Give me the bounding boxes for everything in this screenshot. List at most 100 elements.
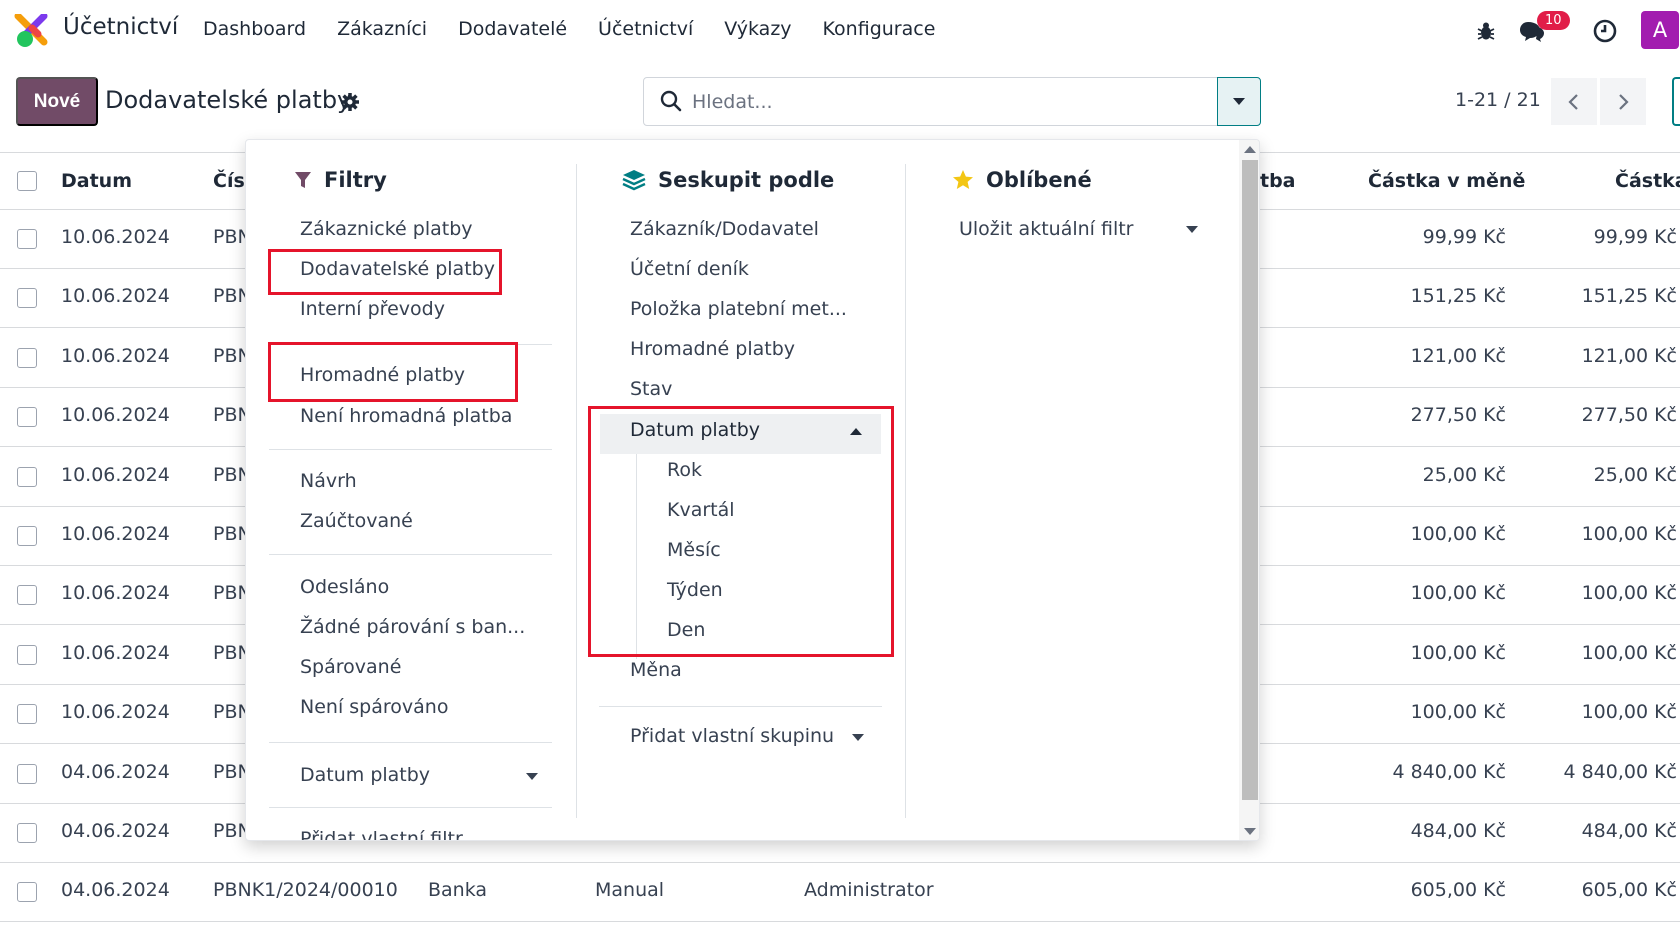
row-checkbox[interactable] (17, 466, 37, 487)
menu-customers[interactable]: Zákazníci (337, 18, 427, 40)
user-avatar[interactable]: A (1641, 11, 1679, 49)
row-amount-currency: 605,00 Kč (1410, 879, 1506, 902)
group-separator (599, 706, 882, 707)
row-user: Administrator (804, 879, 934, 902)
row-date: 10.06.2024 (61, 285, 170, 308)
group-payment-method[interactable]: Položka platební met... (630, 298, 847, 320)
row-number: PBNK1/2024/00010 (213, 879, 398, 902)
row-checkbox[interactable] (17, 407, 37, 428)
new-button[interactable]: Nové (16, 77, 98, 126)
filter-icon (294, 170, 312, 190)
row-amount-currency: 100,00 Kč (1410, 701, 1506, 724)
column-header-amount[interactable]: Částka (1615, 170, 1680, 192)
bug-icon[interactable] (1470, 15, 1502, 47)
highlight-box (588, 406, 894, 657)
search-input[interactable] (692, 88, 1192, 116)
row-date: 04.06.2024 (61, 820, 170, 842)
row-date: 10.06.2024 (61, 523, 170, 545)
row-checkbox[interactable] (17, 823, 37, 843)
add-custom-group[interactable]: Přidat vlastní skupinu (630, 725, 834, 747)
row-amount-currency: 99,99 Kč (1422, 226, 1506, 248)
scroll-down-icon[interactable] (1244, 828, 1256, 835)
filter-separator (269, 742, 552, 743)
row-checkbox[interactable] (17, 585, 37, 606)
menu-dashboard[interactable]: Dashboard (203, 18, 306, 40)
group-journal[interactable]: Účetní deník (630, 258, 749, 280)
filter-payment-date[interactable]: Datum platby (300, 764, 430, 786)
filter-no-bank-matching[interactable]: Žádné párování s ban... (300, 616, 525, 638)
favorites-header: Oblíbené (952, 168, 1092, 192)
row-method: Manual (595, 879, 665, 902)
row-checkbox[interactable] (17, 526, 37, 546)
menu-accounting[interactable]: Účetnictví (598, 18, 693, 40)
pager-next-button[interactable] (1600, 78, 1646, 125)
row-amount-currency: 277,50 Kč (1410, 404, 1506, 427)
row-checkbox[interactable] (17, 229, 37, 249)
filter-draft[interactable]: Návrh (300, 470, 357, 492)
group-currency[interactable]: Měna (630, 659, 682, 681)
dropdown-scrollbar[interactable] (1239, 140, 1259, 840)
pager-value[interactable]: 1-21 / 21 (1455, 89, 1541, 111)
row-checkbox[interactable] (17, 882, 37, 903)
group-by-header: Seskupit podle (622, 168, 834, 192)
menu-configuration[interactable]: Konfigurace (823, 18, 936, 40)
view-switcher-button[interactable] (1672, 77, 1680, 126)
add-custom-filter[interactable]: Přidat vlastní filtr (300, 828, 463, 840)
search-bar (643, 77, 1218, 126)
row-amount-currency: 151,25 Kč (1410, 285, 1506, 308)
row-amount-currency: 100,00 Kč (1410, 641, 1506, 664)
row-date: 10.06.2024 (61, 344, 170, 367)
menu-reports[interactable]: Výkazy (724, 18, 791, 40)
table-row[interactable]: 04.06.2024 PBNK1/2024/00010 Banka Manual Adm… (0, 863, 1680, 923)
row-amount-currency: 25,00 Kč (1422, 463, 1506, 486)
filter-reconciled[interactable]: Spárované (300, 656, 401, 678)
group-partner[interactable]: Zákazník/Dodavatel (630, 218, 819, 240)
column-header-amount-currency[interactable]: Částka v měně (1368, 170, 1525, 192)
row-amount: 605,00 Kč (1581, 879, 1677, 902)
save-current-filter[interactable]: Uložit aktuální filtr (959, 218, 1133, 240)
app-logo-icon[interactable] (14, 14, 48, 48)
highlight-box (268, 342, 518, 402)
row-date: 04.06.2024 (61, 760, 170, 783)
scroll-up-icon[interactable] (1244, 146, 1256, 153)
row-amount: 151,25 Kč (1581, 285, 1677, 308)
caret-down-icon (1233, 98, 1245, 105)
gear-icon[interactable] (340, 92, 360, 112)
row-date: 10.06.2024 (61, 641, 170, 664)
row-checkbox[interactable] (17, 288, 37, 309)
scroll-thumb[interactable] (1242, 160, 1258, 800)
column-header-date[interactable]: Datum (61, 170, 132, 192)
filter-sent[interactable]: Odesláno (300, 576, 389, 598)
filter-not-reconciled[interactable]: Není spárováno (300, 696, 448, 718)
caret-down-icon (852, 734, 864, 741)
column-header-partial[interactable]: tba (1260, 170, 1296, 192)
row-amount: 25,00 Kč (1593, 463, 1677, 486)
row-journal: Banka (428, 879, 488, 902)
group-batch-payments[interactable]: Hromadné platby (630, 338, 795, 360)
pager-previous-button[interactable] (1551, 78, 1597, 125)
select-all-checkbox[interactable] (17, 171, 37, 191)
row-amount: 99,99 Kč (1593, 226, 1677, 248)
group-state[interactable]: Stav (630, 378, 672, 400)
clock-icon[interactable] (1589, 15, 1621, 47)
column-divider (576, 164, 577, 818)
row-checkbox[interactable] (17, 644, 37, 665)
app-name[interactable]: Účetnictví (63, 14, 178, 40)
page-title: Dodavatelské platby (105, 86, 352, 114)
row-date: 10.06.2024 (61, 463, 170, 486)
row-amount-currency: 100,00 Kč (1410, 523, 1506, 545)
menu-vendors[interactable]: Dodavatelé (458, 18, 567, 40)
row-amount: 100,00 Kč (1581, 641, 1677, 664)
search-icon (660, 90, 682, 112)
filter-customer-payments[interactable]: Zákaznické platby (300, 218, 473, 240)
filter-internal-transfers[interactable]: Interní převody (300, 298, 445, 320)
row-checkbox[interactable] (17, 763, 37, 784)
top-navbar: Účetnictví Dashboard Zákazníci Dodavatel… (0, 0, 1680, 62)
row-date: 10.06.2024 (61, 582, 170, 605)
filter-not-batch-payment[interactable]: Není hromadná platba (300, 405, 512, 427)
row-checkbox[interactable] (17, 704, 37, 725)
filter-posted[interactable]: Zaúčtované (300, 510, 413, 532)
search-options-toggle[interactable] (1217, 77, 1261, 126)
row-checkbox[interactable] (17, 347, 37, 368)
row-amount: 484,00 Kč (1581, 820, 1677, 842)
